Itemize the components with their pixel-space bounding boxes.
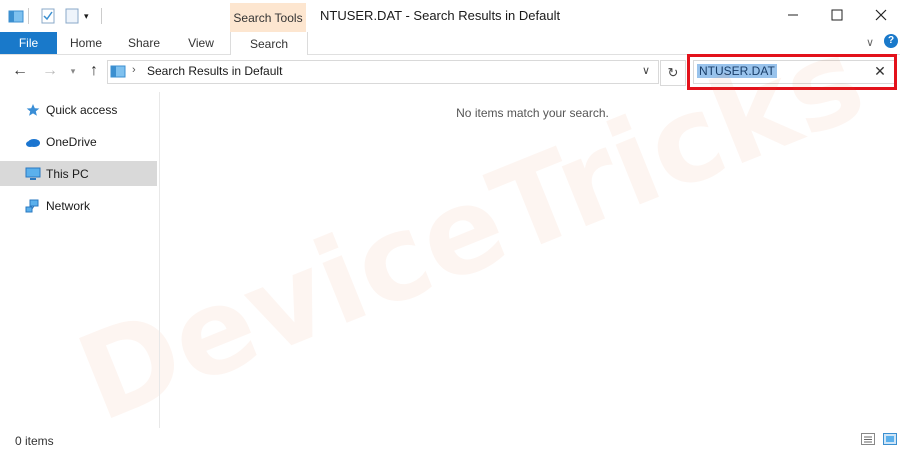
tab-home[interactable]: Home <box>63 32 109 54</box>
cloud-icon <box>24 133 42 151</box>
tab-share[interactable]: Share <box>122 32 166 54</box>
contextual-group-search-tools: Search Tools <box>230 3 306 32</box>
search-results-icon <box>110 63 126 79</box>
up-arrow-icon[interactable]: ↑ <box>85 62 103 80</box>
address-path[interactable]: Search Results in Default <box>147 64 282 78</box>
address-dropdown-icon[interactable]: ∨ <box>642 64 650 77</box>
qat-divider-2 <box>101 8 102 24</box>
sidebar-item-label: OneDrive <box>46 135 97 149</box>
star-icon <box>24 101 42 119</box>
contextual-group-label: Search Tools <box>233 11 303 25</box>
tab-search[interactable]: Search <box>230 32 308 55</box>
tab-file[interactable]: File <box>0 32 57 54</box>
status-item-count: 0 items <box>15 434 54 448</box>
empty-results-message: No items match your search. <box>456 106 609 120</box>
sidebar-item-label: Quick access <box>46 103 118 117</box>
sidebar-item-this-pc[interactable]: This PC <box>0 161 157 186</box>
minimize-icon <box>788 14 798 16</box>
sidebar-item-onedrive[interactable]: OneDrive <box>0 130 157 154</box>
new-folder-icon[interactable] <box>64 8 80 24</box>
pane-divider[interactable] <box>159 92 160 428</box>
sidebar-item-network[interactable]: Network <box>0 194 157 218</box>
recent-locations-icon[interactable]: ▾ <box>64 62 82 80</box>
properties-icon[interactable] <box>40 8 56 24</box>
close-button[interactable] <box>858 0 900 30</box>
qat-customize-icon[interactable]: ▾ <box>84 8 100 24</box>
close-icon <box>875 9 887 21</box>
breadcrumb-chevron-icon[interactable]: › <box>132 64 136 76</box>
network-icon <box>24 197 42 215</box>
back-arrow-icon[interactable]: ← <box>11 62 29 80</box>
window-title: NTUSER.DAT - Search Results in Default <box>320 8 561 23</box>
tab-view[interactable]: View <box>180 32 222 54</box>
sidebar-item-label: Network <box>46 199 91 213</box>
details-view-icon[interactable] <box>861 432 875 445</box>
monitor-icon <box>24 165 42 183</box>
sidebar-item-quick-access[interactable]: Quick access <box>0 98 157 122</box>
forward-arrow-icon[interactable]: → <box>41 62 59 80</box>
ribbon-expand-icon[interactable]: ∨ <box>866 36 874 49</box>
help-icon[interactable]: ? <box>884 34 898 48</box>
large-icons-view-icon[interactable] <box>883 432 897 445</box>
folder-icon <box>8 8 24 24</box>
qat-divider <box>28 8 29 24</box>
sidebar-item-label: This PC <box>46 166 89 181</box>
